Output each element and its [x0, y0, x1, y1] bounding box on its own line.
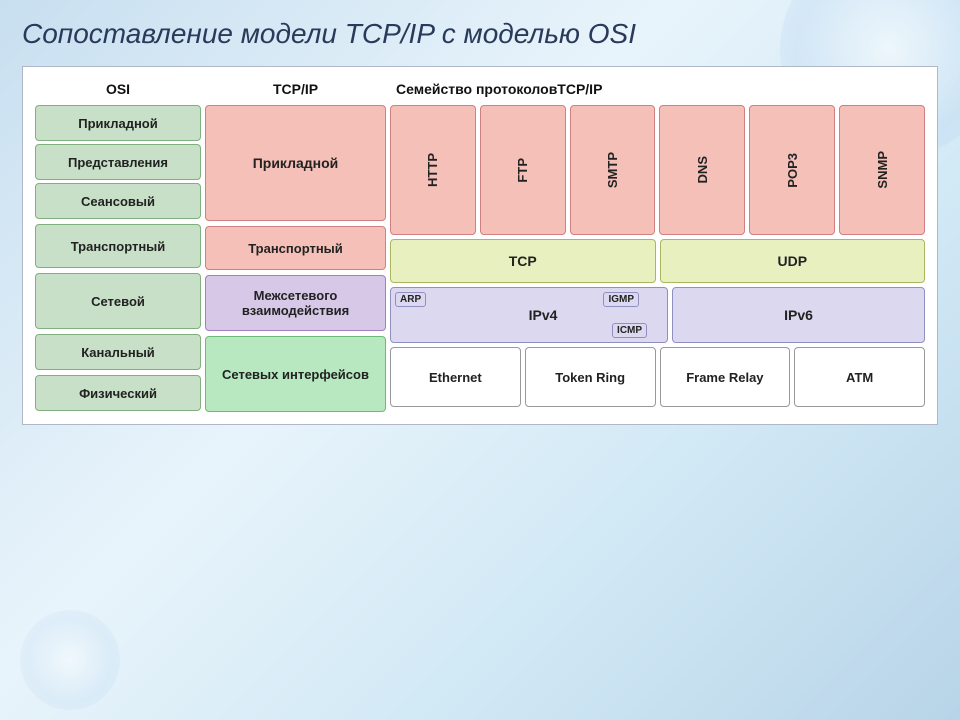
proto-pop3: POP3 — [749, 105, 835, 235]
page-container: Сопоставление модели TCP/IP с моделью OS… — [0, 0, 960, 435]
osi-layer-application: Прикладной — [35, 105, 201, 141]
proto-smtp: SMTP — [570, 105, 656, 235]
proto-ipv4-group: ARP IPv4 IGMP ICMP — [390, 287, 668, 343]
page-title: Сопоставление модели TCP/IP с моделью OS… — [22, 18, 938, 50]
osi-layer-network: Сетевой — [35, 273, 201, 329]
proto-igmp: IGMP — [603, 292, 639, 307]
app-protocols-row: HTTP FTP SMTP DNS POP3 SNMP — [390, 105, 925, 235]
osi-column-header: OSI — [33, 77, 203, 101]
proto-dns: DNS — [659, 105, 745, 235]
proto-snmp: SNMP — [839, 105, 925, 235]
osi-layer-physical: Физический — [35, 375, 201, 411]
network-protocols-row: ARP IPv4 IGMP ICMP IPv6 — [390, 287, 925, 343]
proto-tcp: TCP — [390, 239, 656, 283]
transport-protocols-row: TCP UDP — [390, 239, 925, 283]
tcpip-layer-link: Сетевых интерфейсов — [205, 336, 386, 412]
tcpip-column: Прикладной Транспортный Межсетевого взаи… — [203, 103, 388, 414]
proto-frame-relay: Frame Relay — [660, 347, 791, 407]
tcpip-column-header: TCP/IP — [203, 77, 388, 101]
proto-arp: ARP — [395, 292, 426, 307]
main-table: OSI TCP/IP Семейство протоколовTCP/IP Пр… — [22, 66, 938, 425]
proto-icmp: ICMP — [612, 323, 647, 338]
tcpip-layer-network: Межсетевого взаимодействия — [205, 275, 386, 331]
osi-column: Прикладной Представления Сеансовый Транс… — [33, 103, 203, 414]
proto-column: HTTP FTP SMTP DNS POP3 SNMP — [388, 103, 927, 414]
tcpip-layer-application: Прикладной — [205, 105, 386, 221]
proto-column-header: Семейство протоколовTCP/IP — [388, 77, 927, 101]
content-row: Прикладной Представления Сеансовый Транс… — [33, 103, 927, 414]
osi-layer-datalink: Канальный — [35, 334, 201, 370]
proto-ftp: FTP — [480, 105, 566, 235]
link-protocols-row: Ethernet Token Ring Frame Relay ATM — [390, 347, 925, 407]
proto-http: HTTP — [390, 105, 476, 235]
proto-token-ring: Token Ring — [525, 347, 656, 407]
proto-ipv4: IPv4 — [529, 307, 558, 323]
tcpip-layer-transport: Транспортный — [205, 226, 386, 270]
proto-ethernet: Ethernet — [390, 347, 521, 407]
header-row: OSI TCP/IP Семейство протоколовTCP/IP — [33, 77, 927, 101]
osi-layer-presentation: Представления — [35, 144, 201, 180]
proto-ipv6: IPv6 — [672, 287, 925, 343]
osi-layer-transport: Транспортный — [35, 224, 201, 268]
proto-udp: UDP — [660, 239, 926, 283]
proto-atm: ATM — [794, 347, 925, 407]
osi-layer-session: Сеансовый — [35, 183, 201, 219]
